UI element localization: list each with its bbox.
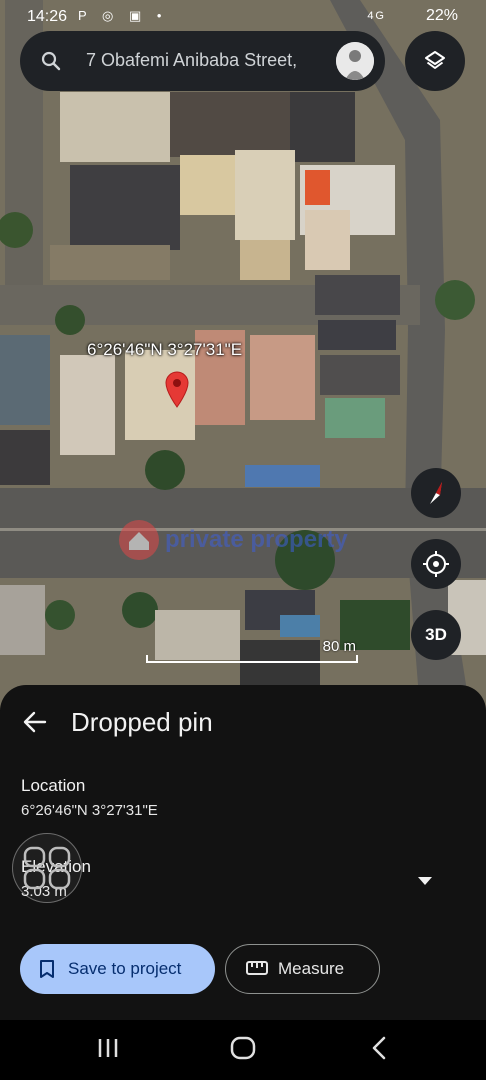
floating-overlay-bubble[interactable] [12,833,82,903]
compass-button[interactable] [411,468,461,518]
satellite-map[interactable]: 14:26 P ◎ ▣ • 4G 22% 7 Obafemi Anibaba S… [0,0,486,710]
dropped-pin-icon[interactable] [164,370,190,413]
satellite-imagery [0,0,486,710]
measure-label: Measure [278,959,345,978]
back-icon[interactable] [370,1036,388,1065]
location-heading: Location [21,776,86,795]
search-input[interactable]: 7 Obafemi Anibaba Street, [86,50,336,71]
scale-bar [146,655,358,663]
scale-label: 80 m [322,638,356,655]
pin-coordinates-label: 6°26'46"N 3°27'31"E [87,340,243,359]
overlay-grid-icon [23,846,71,890]
avatar[interactable] [336,42,374,80]
search-icon[interactable] [41,51,61,76]
watermark: private property [117,518,367,562]
save-to-project-button[interactable]: Save to project [20,944,215,994]
expand-caret-icon[interactable] [417,873,433,891]
bookmark-icon [40,960,54,978]
battery-level: 22% [425,7,458,24]
search-bar[interactable]: 7 Obafemi Anibaba Street, [20,31,385,91]
home-icon[interactable] [230,1036,256,1065]
dropped-pin-sheet: Dropped pin Location 6°26'46"N 3°27'31"E… [0,685,486,1020]
watermark-text: private property [165,526,348,553]
3d-toggle-button[interactable]: 3D [411,610,461,660]
3d-label: 3D [425,625,447,644]
network-indicator: 4G [367,10,386,22]
system-nav-bar [0,1020,486,1080]
sheet-title: Dropped pin [71,707,213,737]
location-value: 6°26'46"N 3°27'31"E [21,802,158,819]
recent-apps-icon[interactable] [96,1036,120,1065]
measure-button[interactable]: Measure [225,944,380,994]
status-time: 14:26 [27,8,68,25]
map-scale: 80 m [146,638,358,664]
save-to-project-label: Save to project [68,959,182,978]
back-arrow-icon[interactable] [22,709,48,740]
ruler-icon [246,961,268,975]
notification-icons: P ◎ ▣ • [78,8,168,23]
my-location-button[interactable] [411,539,461,589]
crosshair-icon [423,551,449,577]
layers-button[interactable] [405,31,465,91]
layers-icon [425,51,445,69]
watermark-logo-icon [119,520,159,560]
compass-icon [430,482,442,504]
status-bar: 14:26 P ◎ ▣ • 4G 22% [0,0,486,30]
